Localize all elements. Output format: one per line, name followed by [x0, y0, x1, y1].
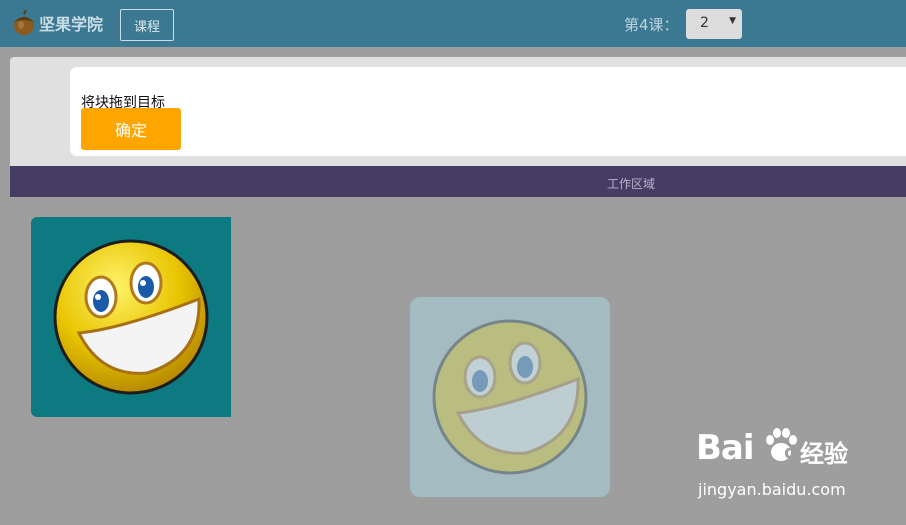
lesson-select[interactable]: 2 ▼: [686, 9, 742, 39]
site-logo[interactable]: 坚果学院: [10, 10, 103, 36]
smiley-face-icon: [53, 239, 209, 395]
instruction-card: 将块拖到目标 确定: [70, 67, 906, 156]
lesson-select-value: 2: [700, 15, 709, 31]
caret-down-icon: ▼: [729, 16, 736, 26]
logo-text: 坚果学院: [39, 15, 104, 34]
acorn-icon: [14, 10, 34, 35]
drop-target[interactable]: [410, 297, 610, 497]
top-navbar: 坚果学院 课程 第4课： 2 ▼: [0, 0, 906, 47]
baidu-jingyan-watermark: Bai du 经验 jingyan.baidu.com: [688, 428, 888, 508]
lesson-label: 第4课：: [624, 16, 679, 34]
watermark-brand: Bai: [696, 428, 755, 468]
instruction-area: 将块拖到目标 确定: [10, 57, 906, 166]
workspace-header: 工作区域: [10, 166, 906, 197]
draggable-block[interactable]: [31, 217, 231, 417]
workspace-title: 工作区域: [607, 177, 656, 191]
watermark-url: jingyan.baidu.com: [698, 480, 846, 499]
confirm-button[interactable]: 确定: [81, 108, 181, 150]
smiley-face-icon: [432, 319, 588, 475]
course-button[interactable]: 课程: [120, 9, 174, 41]
watermark-product: 经验: [800, 440, 848, 468]
